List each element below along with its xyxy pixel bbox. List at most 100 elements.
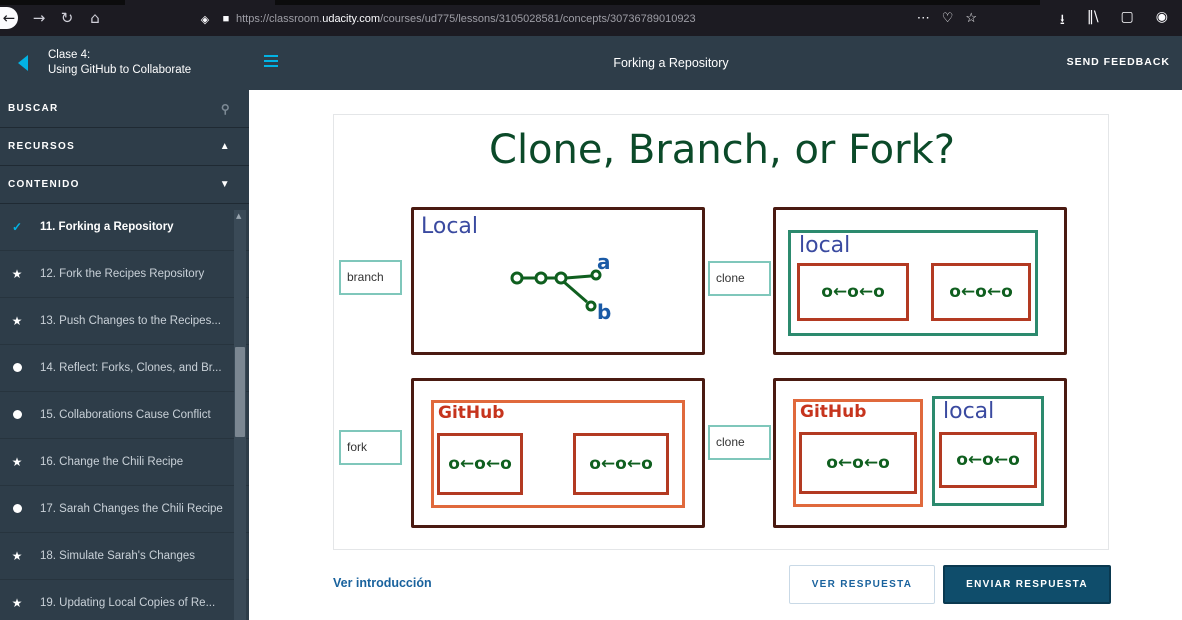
shield-icon[interactable]: ◈ bbox=[198, 12, 212, 26]
url-prefix: https://classroom. bbox=[236, 13, 323, 25]
list-item[interactable]: 14. Reflect: Forks, Clones, and Br... bbox=[0, 345, 249, 392]
tab-strip bbox=[0, 0, 1182, 5]
clone-panel: local o←o←o o←o←o bbox=[773, 207, 1067, 355]
fork-label: fork bbox=[339, 430, 402, 465]
lesson-number: Clase 4: bbox=[48, 49, 91, 61]
sidebar-search[interactable]: BUSCAR ⚲ bbox=[0, 90, 249, 128]
url-path: /courses/ud775/lessons/3105028581/concep… bbox=[380, 13, 696, 25]
fork-panel: GitHub o←o←o o←o←o bbox=[411, 378, 705, 528]
github-box: GitHub o←o←o bbox=[793, 399, 923, 507]
repo-box: o←o←o bbox=[797, 263, 909, 321]
library-icon[interactable]: ‖\ bbox=[1087, 9, 1099, 33]
checkmark-icon: ✓ bbox=[11, 220, 23, 234]
list-item-label: 11. Forking a Repository bbox=[40, 221, 174, 233]
scroll-up-icon[interactable]: ▲ bbox=[236, 212, 241, 220]
list-item-label: 16. Change the Chili Recipe bbox=[40, 456, 184, 468]
bookmark-star-icon[interactable]: ☆ bbox=[965, 10, 977, 26]
list-item[interactable]: ★ 19. Updating Local Copies of Re... bbox=[0, 580, 249, 620]
browser-tab[interactable] bbox=[125, 0, 275, 5]
pocket-icon[interactable]: ♡ bbox=[942, 10, 954, 26]
github-box: GitHub o←o←o o←o←o bbox=[431, 400, 685, 508]
lock-icon[interactable]: ■ bbox=[220, 12, 232, 26]
list-item[interactable]: ★ 18. Simulate Sarah's Changes bbox=[0, 533, 249, 580]
browser-tab[interactable] bbox=[1040, 0, 1182, 5]
home-icon[interactable]: ⌂ bbox=[84, 7, 106, 29]
list-item[interactable]: ★ 16. Change the Chili Recipe bbox=[0, 439, 249, 486]
github-label: GitHub bbox=[800, 402, 867, 422]
triangle-down-icon[interactable]: ▼ bbox=[220, 179, 231, 190]
search-label: BUSCAR bbox=[8, 103, 59, 114]
app-header: Forking a Repository Clase 4: Using GitH… bbox=[0, 36, 1182, 90]
star-icon: ★ bbox=[11, 455, 23, 469]
clone-bottom-label: clone bbox=[708, 425, 771, 460]
back-arrow-icon[interactable] bbox=[18, 55, 28, 71]
list-item-label: 14. Reflect: Forks, Clones, and Br... bbox=[40, 362, 222, 374]
forward-icon[interactable]: → bbox=[28, 7, 50, 29]
star-icon: ★ bbox=[11, 549, 23, 563]
list-item-label: 15. Collaborations Cause Conflict bbox=[40, 409, 211, 421]
url-bar[interactable]: ◈ ■ https://classroom. udacity.com/course… bbox=[193, 6, 985, 32]
list-item[interactable]: 17. Sarah Changes the Chili Recipe bbox=[0, 486, 249, 533]
branch-label: branch bbox=[339, 260, 402, 295]
reload-icon[interactable]: ↻ bbox=[56, 7, 78, 29]
slide-title: Clone, Branch, or Fork? bbox=[489, 127, 955, 173]
clone-top-label: clone bbox=[708, 261, 771, 296]
repo-box: o←o←o bbox=[573, 433, 669, 495]
submit-answer-button[interactable]: ENVIAR RESPUESTA bbox=[943, 565, 1111, 604]
main-content: Clone, Branch, or Fork? branch Local a b… bbox=[249, 90, 1182, 620]
github-label: GitHub bbox=[438, 403, 505, 423]
sidebar-resources[interactable]: RECURSOS ▲ bbox=[0, 128, 249, 166]
repo-box: o←o←o bbox=[799, 432, 917, 494]
local-box: local o←o←o bbox=[932, 396, 1044, 506]
list-item-label: 19. Updating Local Copies of Re... bbox=[40, 597, 216, 609]
see-answer-button[interactable]: VER RESPUESTA bbox=[789, 565, 935, 604]
list-item-label: 18. Simulate Sarah's Changes bbox=[40, 550, 195, 562]
contents-label: CONTENIDO bbox=[8, 179, 80, 190]
local-label: local bbox=[799, 233, 851, 258]
repo-box: o←o←o bbox=[931, 263, 1031, 321]
star-icon: ★ bbox=[11, 314, 23, 328]
local-box: local o←o←o o←o←o bbox=[788, 230, 1038, 336]
star-icon: ★ bbox=[11, 267, 23, 281]
list-item[interactable]: ★ 12. Fork the Recipes Repository bbox=[0, 251, 249, 298]
local-label: Local bbox=[421, 214, 479, 239]
list-item-label: 17. Sarah Changes the Chili Recipe bbox=[40, 503, 223, 515]
triangle-up-icon[interactable]: ▲ bbox=[220, 141, 231, 152]
account-icon[interactable]: ◉ bbox=[1156, 9, 1168, 33]
star-icon: ★ bbox=[11, 596, 23, 610]
branch-panel: Local a b bbox=[411, 207, 705, 355]
lesson-list: ✓ 11. Forking a Repository ★ 12. Fork the … bbox=[0, 204, 249, 620]
circle-icon bbox=[10, 408, 24, 422]
lesson-header[interactable]: Clase 4: Using GitHub to Collaborate bbox=[0, 36, 249, 90]
local-label: local bbox=[943, 399, 995, 424]
browser-toolbar: ← → ↻ ⌂ ◈ ■ https://classroom. udacity.co… bbox=[0, 0, 1182, 36]
page-actions-icon[interactable]: ⋯ bbox=[917, 10, 930, 26]
sidebar-toggle-icon[interactable]: ▢ bbox=[1121, 9, 1134, 33]
sidebar-contents[interactable]: CONTENIDO ▼ bbox=[0, 166, 249, 204]
branch-b-label: b bbox=[597, 300, 612, 324]
resources-label: RECURSOS bbox=[8, 141, 76, 152]
url-domain: udacity.com bbox=[322, 13, 381, 25]
circle-icon bbox=[10, 361, 24, 375]
scrollbar-thumb[interactable] bbox=[235, 347, 245, 437]
back-icon[interactable]: ← bbox=[0, 7, 18, 29]
menu-icon[interactable] bbox=[264, 55, 278, 67]
download-icon[interactable]: ⭳ bbox=[1060, 9, 1065, 33]
sidebar-scrollbar[interactable]: ▲ bbox=[234, 210, 246, 620]
list-item-label: 12. Fork the Recipes Repository bbox=[40, 268, 205, 280]
send-feedback-link[interactable]: SEND FEEDBACK bbox=[1067, 56, 1170, 68]
branch-a-label: a bbox=[597, 250, 611, 274]
search-icon[interactable]: ⚲ bbox=[221, 102, 231, 116]
repo-box: o←o←o bbox=[437, 433, 523, 495]
sidebar: BUSCAR ⚲ RECURSOS ▲ CONTENIDO ▼ ✓ 11. For… bbox=[0, 90, 249, 620]
clone-fork-panel: GitHub o←o←o local o←o←o bbox=[773, 378, 1067, 528]
intro-link[interactable]: Ver introducción bbox=[333, 576, 432, 590]
circle-icon bbox=[10, 502, 24, 516]
list-item[interactable]: 15. Collaborations Cause Conflict bbox=[0, 392, 249, 439]
lesson-slide: Clone, Branch, or Fork? branch Local a b… bbox=[333, 114, 1109, 550]
list-item-label: 13. Push Changes to the Recipes... bbox=[40, 315, 221, 327]
repo-box: o←o←o bbox=[939, 432, 1037, 488]
list-item[interactable]: ✓ 11. Forking a Repository bbox=[0, 204, 249, 251]
lesson-title: Using GitHub to Collaborate bbox=[48, 64, 192, 76]
list-item[interactable]: ★ 13. Push Changes to the Recipes... bbox=[0, 298, 249, 345]
